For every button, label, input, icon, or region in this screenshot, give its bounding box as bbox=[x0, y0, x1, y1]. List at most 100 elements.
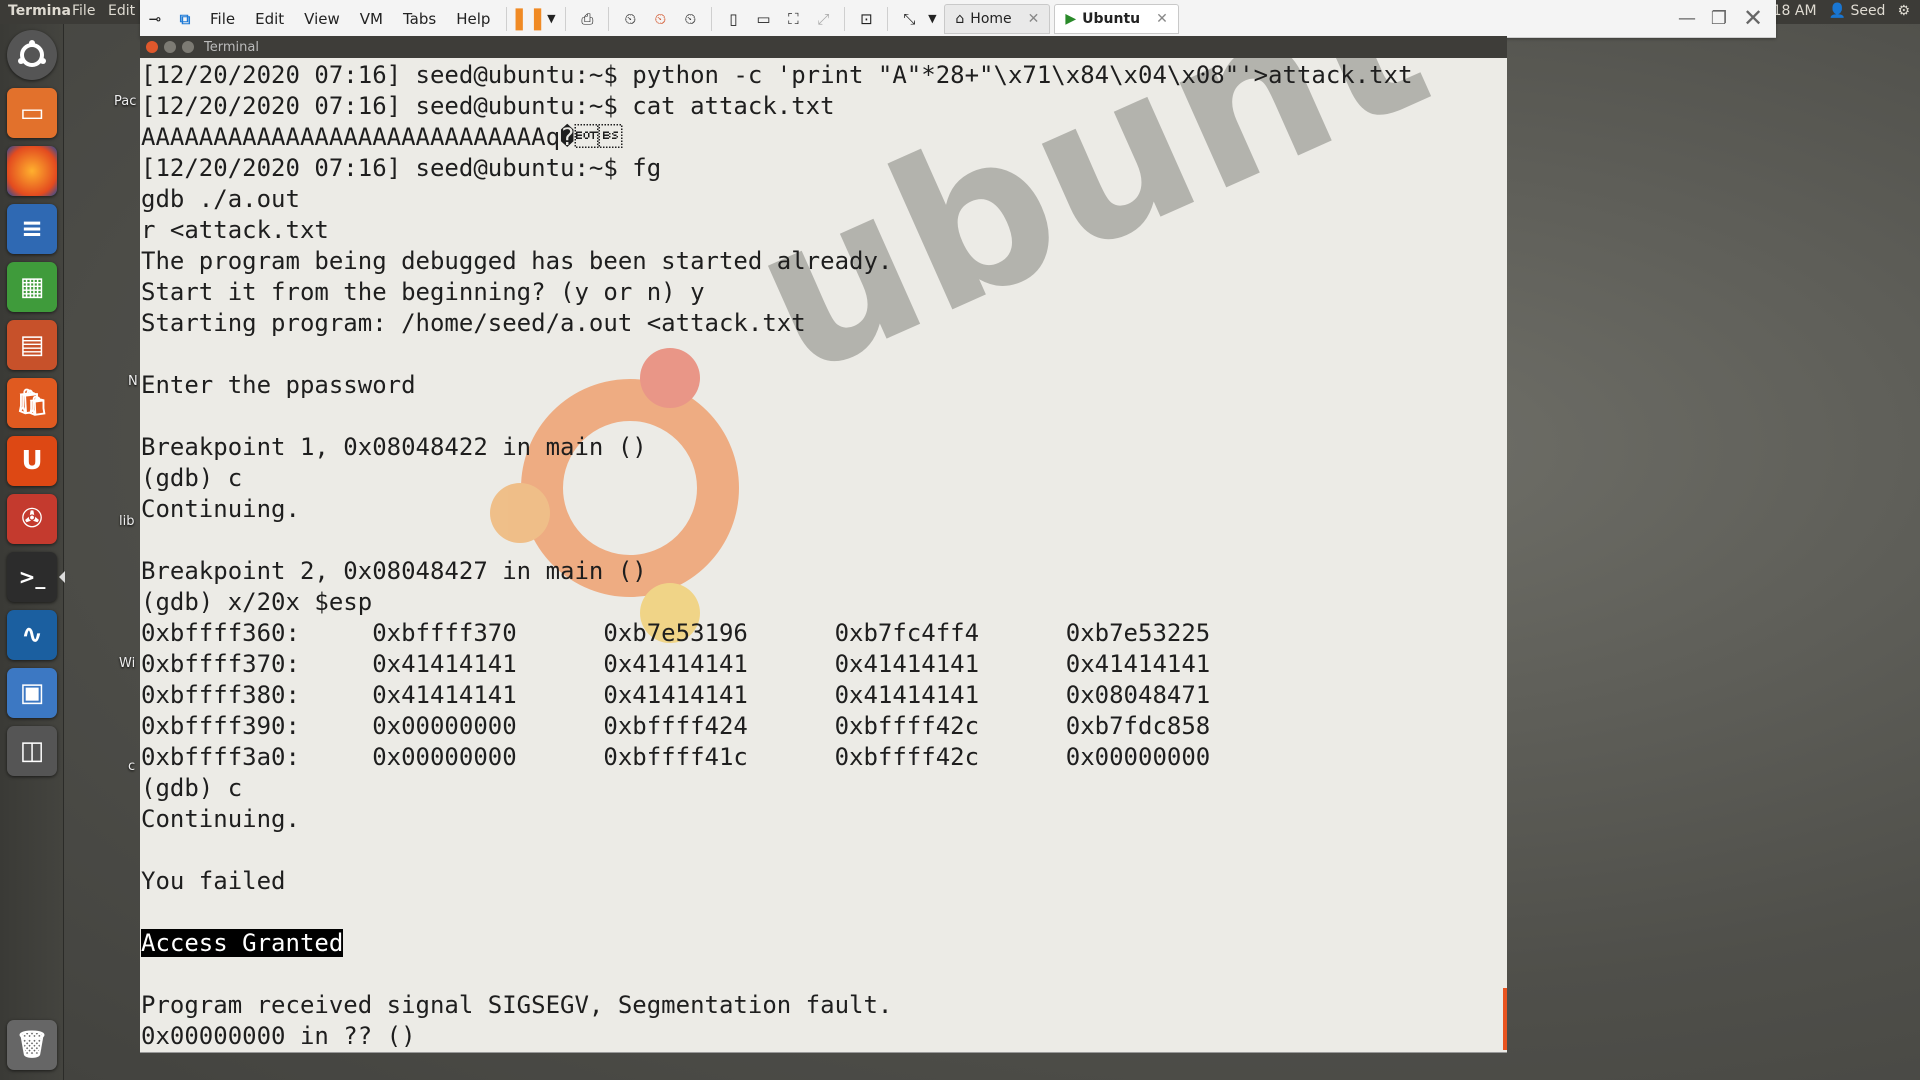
terminal-scrollbar[interactable] bbox=[1503, 988, 1507, 1050]
terminal-icon[interactable]: >_ bbox=[7, 552, 65, 602]
terminal-line: 0xbffff390: 0x00000000 0xbffff424 0xbfff… bbox=[141, 711, 1413, 742]
desktop-label[interactable]: lib bbox=[119, 514, 134, 529]
impress-icon[interactable]: ▤ bbox=[7, 320, 57, 370]
terminal-line: Program received signal SIGSEGV, Segment… bbox=[141, 990, 1413, 1021]
trash-icon[interactable]: 🗑 bbox=[7, 1020, 57, 1070]
vm-menu-file[interactable]: File bbox=[200, 10, 245, 28]
terminal-line-text: Enter the ppassword bbox=[141, 371, 416, 399]
writer-icon[interactable]: ≡ bbox=[7, 204, 57, 254]
vmware-logo-icon[interactable]: ⧉ bbox=[170, 5, 200, 33]
revert-snapshot-icon[interactable]: ⏲ bbox=[645, 5, 675, 33]
vmware-toolbar: ⊸ ⧉ File Edit View VM Tabs Help ❚❚ ▼ ⎙ ⏲… bbox=[140, 0, 1776, 38]
terminal-line-text: 0xbffff390: 0x00000000 0xbffff424 0xbfff… bbox=[141, 712, 1211, 740]
panel-menu-file[interactable]: File bbox=[72, 3, 95, 19]
tab-ubuntu[interactable]: ▶ Ubuntu ✕ bbox=[1054, 3, 1179, 34]
maximize-icon[interactable] bbox=[182, 41, 194, 53]
terminal-line: 0xbffff360: 0xbffff370 0xb7e53196 0xb7fc… bbox=[141, 618, 1413, 649]
gear-icon[interactable]: ⚙ bbox=[1897, 3, 1910, 19]
firefox-icon[interactable] bbox=[7, 146, 57, 196]
screenshot-icon[interactable]: ▣ bbox=[7, 668, 57, 718]
vm-menu-tabs[interactable]: Tabs bbox=[393, 10, 446, 28]
thumbnail-view-icon[interactable]: ▭ bbox=[748, 5, 778, 33]
tab-home[interactable]: ⌂ Home ✕ bbox=[944, 3, 1051, 34]
home-icon: ⌂ bbox=[955, 10, 965, 27]
terminal-line-text: 0xbffff370: 0x41414141 0x41414141 0x4141… bbox=[141, 650, 1211, 678]
terminal-line: The program being debugged has been star… bbox=[141, 246, 1413, 277]
terminal-line-text: Start it from the beginning? (y or n) y bbox=[141, 278, 705, 306]
vm-menu-view[interactable]: View bbox=[294, 10, 350, 28]
terminal-titlebar[interactable]: Terminal bbox=[140, 36, 1507, 58]
user-icon: 👤 bbox=[1828, 3, 1846, 19]
chevron-down-icon[interactable]: ▼ bbox=[924, 5, 940, 33]
terminal-line: You failed bbox=[141, 866, 1413, 897]
vm-menu-help[interactable]: Help bbox=[446, 10, 500, 28]
terminal-window[interactable]: ubunt [12/20/2020 07:16] seed@ubuntu:~$ … bbox=[140, 58, 1507, 1053]
close-icon[interactable]: ✕ bbox=[1028, 11, 1040, 27]
send-ctrl-alt-del-icon[interactable]: ⎙ bbox=[572, 5, 602, 33]
snapshot-icon[interactable]: ⏲ bbox=[615, 5, 645, 33]
unity-mode-icon[interactable]: ⤢ bbox=[808, 5, 838, 33]
files-icon[interactable]: ▭ bbox=[7, 88, 57, 138]
chevron-down-icon[interactable]: ▼ bbox=[543, 5, 559, 33]
desktop-label[interactable]: Wi bbox=[119, 656, 135, 671]
minimize-icon[interactable] bbox=[164, 41, 176, 53]
close-icon[interactable] bbox=[146, 41, 158, 53]
vm-menu-vm[interactable]: VM bbox=[350, 10, 393, 28]
calc-icon[interactable]: ▦ bbox=[7, 262, 57, 312]
terminal-output[interactable]: [12/20/2020 07:16] seed@ubuntu:~$ python… bbox=[141, 60, 1413, 1052]
terminal-line: Enter the ppassword bbox=[141, 370, 1413, 401]
toolbar-separator bbox=[887, 6, 889, 31]
terminal-line: Breakpoint 1, 0x08048422 in main () bbox=[141, 432, 1413, 463]
terminal-line: AAAAAAAAAAAAAAAAAAAAAAAAAAAAq� bbox=[141, 122, 1413, 153]
vm-menu-edit[interactable]: Edit bbox=[245, 10, 294, 28]
terminal-line-text: The program being debugged has been star… bbox=[141, 247, 893, 275]
terminal-line-text: [12/20/2020 07:16] seed@ubuntu:~$ fg bbox=[141, 154, 662, 182]
terminal-line-text: (gdb) x/20x $esp bbox=[141, 588, 373, 616]
snapshot-manager-icon[interactable]: ⏲ bbox=[675, 5, 705, 33]
terminal-line: (gdb) c bbox=[141, 463, 1413, 494]
full-screen-icon[interactable]: ⛶ bbox=[778, 5, 808, 33]
panel-user[interactable]: 👤 Seed bbox=[1829, 3, 1886, 19]
terminal-line: Starting program: /home/seed/a.out <atta… bbox=[141, 308, 1413, 339]
terminal-line-text: Continuing. bbox=[141, 495, 300, 523]
close-icon[interactable]: ✕ bbox=[1740, 4, 1766, 32]
terminal-line-text: (gdb) c bbox=[141, 464, 243, 492]
terminal-line: gdb ./a.out bbox=[141, 184, 1413, 215]
wireshark-icon[interactable]: ∿ bbox=[7, 610, 57, 660]
minimize-icon[interactable]: — bbox=[1674, 6, 1700, 30]
ubuntu-one-icon[interactable]: U bbox=[7, 436, 57, 486]
pin-icon[interactable]: ⊸ bbox=[140, 5, 170, 33]
system-settings-icon[interactable]: ✇ bbox=[7, 494, 57, 544]
terminal-line-text: gdb ./a.out bbox=[141, 185, 300, 213]
toolbar-separator bbox=[565, 6, 567, 31]
terminal-line-text: 0xbffff3a0: 0x00000000 0xbffff41c 0xbfff… bbox=[141, 743, 1211, 771]
ubuntu-logo-icon bbox=[18, 40, 46, 67]
terminal-line: Breakpoint 2, 0x08048427 in main () bbox=[141, 556, 1413, 587]
terminal-line-text: Breakpoint 1, 0x08048422 in main () bbox=[141, 433, 647, 461]
software-center-icon[interactable]: 🛍 bbox=[7, 378, 57, 428]
desktop-label[interactable]: Pac bbox=[114, 94, 136, 109]
pause-icon[interactable]: ❚❚ bbox=[510, 5, 547, 33]
terminal-line: Continuing. bbox=[141, 804, 1413, 835]
terminal-line: 0xbffff370: 0x41414141 0x41414141 0x4141… bbox=[141, 649, 1413, 680]
desktop-label[interactable]: N bbox=[128, 374, 138, 389]
workspace-switcher-icon[interactable]: ◫ bbox=[7, 726, 57, 776]
stretch-icon[interactable]: ⤡ bbox=[894, 5, 924, 33]
tab-label: Ubuntu bbox=[1082, 10, 1141, 27]
terminal-line-text: 0xbffff360: 0xbffff370 0xb7e53196 0xb7fc… bbox=[141, 619, 1211, 647]
terminal-line-text: AAAAAAAAAAAAAAAAAAAAAAAAAAAAq� bbox=[141, 123, 623, 151]
terminal-line: 0x00000000 in ?? () bbox=[141, 1021, 1413, 1052]
panel-menu-edit[interactable]: Edit bbox=[108, 3, 135, 19]
desktop-label[interactable]: c bbox=[128, 759, 135, 774]
sidebar-view-icon[interactable]: ▯ bbox=[718, 5, 748, 33]
restore-icon[interactable]: ❐ bbox=[1706, 6, 1732, 30]
console-view-icon[interactable]: ⊡ bbox=[851, 5, 881, 33]
dash-home-icon[interactable] bbox=[7, 30, 57, 80]
selected-text: Access Granted bbox=[141, 929, 344, 957]
close-icon[interactable]: ✕ bbox=[1156, 11, 1168, 27]
vm-icon: ▶ bbox=[1065, 10, 1077, 27]
